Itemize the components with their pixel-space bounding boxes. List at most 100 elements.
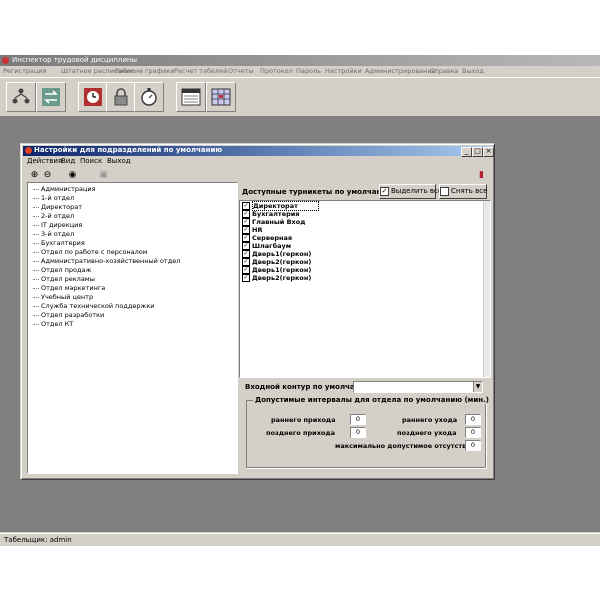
checkbox-checked-icon[interactable]: ✓ — [242, 266, 250, 274]
input-contour-select[interactable]: ▼ — [353, 381, 483, 393]
schedule-grid-button[interactable] — [206, 82, 236, 112]
turnstile-item[interactable]: ✓ Главный Вход — [242, 218, 305, 226]
app-menu-bar: Регистрация Штатное расписание Рабочие г… — [0, 66, 600, 77]
tree-item[interactable]: Бухгалтерия — [33, 239, 85, 247]
minimize-button[interactable]: _ — [461, 147, 472, 157]
tree-item[interactable]: 1-й отдел — [33, 194, 74, 202]
turnstile-item[interactable]: ✓ Шлагбаум — [242, 242, 291, 250]
tree-item[interactable]: 3-й отдел — [33, 230, 74, 238]
checkbox-checked-icon[interactable]: ✓ — [242, 202, 250, 210]
tree-item[interactable]: Административно-хозяйственный отдел — [33, 257, 180, 265]
dialog-menu-bar: Действия Вид Поиск Выход — [23, 157, 492, 167]
checkbox-checked-icon[interactable]: ✓ — [242, 234, 250, 242]
checkbox-icon — [440, 186, 449, 196]
late-arrival-field[interactable]: 0 — [350, 427, 366, 438]
close-button[interactable]: × — [483, 147, 494, 157]
late-departure-label: позднего ухода — [397, 429, 457, 437]
early-arrival-field[interactable]: 0 — [350, 414, 366, 425]
lock-icon — [114, 88, 128, 106]
tree-item[interactable]: Отдел КТ — [33, 320, 73, 328]
deselect-all-button[interactable]: Снять все — [439, 184, 487, 199]
schedule-grid-icon — [211, 88, 231, 106]
tree-item[interactable]: Отдел по работе с персоналом — [33, 248, 148, 256]
checkbox-checked-icon[interactable]: ✓ — [242, 250, 250, 258]
status-bar: Табельщик: admin — [0, 533, 600, 546]
tree-item[interactable]: IT дирекция — [33, 221, 82, 229]
tree-item[interactable]: Отдел разработки — [33, 311, 104, 319]
checkbox-checked-icon[interactable]: ✓ — [242, 274, 250, 282]
checkbox-checked-icon[interactable]: ✓ — [242, 258, 250, 266]
checkbox-checked-icon[interactable]: ✓ — [242, 210, 250, 218]
max-absence-label: максимально допустимое отсутствие — [335, 442, 476, 450]
max-absence-field[interactable]: 0 — [465, 440, 481, 451]
users-tree-icon — [12, 88, 30, 104]
turnstile-item[interactable]: ✓ Дверь2(геркон) — [242, 274, 311, 282]
maximize-button[interactable]: □ — [472, 147, 483, 157]
dialog-title-bar: Настройки для подразделений по умолчанию… — [23, 146, 494, 157]
calendar-clock-button[interactable] — [78, 82, 108, 112]
menu-protocol[interactable]: Протокол — [260, 67, 293, 75]
menu-password[interactable]: Пароль — [296, 67, 321, 75]
turnstile-list[interactable]: ✓ Директорат ✓ Бухгалтерия ✓ Главный Вход ✓… — [239, 200, 491, 378]
turnstile-item[interactable]: ✓ Директорат — [242, 201, 319, 211]
tree-item[interactable]: Отдел продаж — [33, 266, 91, 274]
intervals-group: Допустимые интервалы для отдела по умолч… — [246, 396, 491, 468]
turnstile-item[interactable]: ✓ Бухгалтерия — [242, 210, 299, 218]
turnstile-item[interactable]: ✓ Дверь1(геркон) — [242, 250, 311, 258]
chevron-down-icon[interactable]: ▼ — [473, 382, 482, 392]
menu-registration[interactable]: Регистрация — [3, 67, 47, 75]
lock-button[interactable] — [106, 82, 136, 112]
checkbox-checked-icon[interactable]: ✓ — [242, 226, 250, 234]
save-icon[interactable]: ▣ — [98, 170, 109, 181]
menu-work-schedules[interactable]: Рабочие графики — [115, 67, 174, 75]
tree-item[interactable]: Администрация — [33, 185, 96, 193]
late-departure-field[interactable]: 0 — [465, 427, 481, 438]
exit-door-icon[interactable]: ▮ — [476, 170, 487, 181]
timesheet-icon — [181, 88, 201, 106]
turnstile-item[interactable]: ✓ HR — [242, 226, 262, 234]
checkbox-checked-icon[interactable]: ✓ — [242, 218, 250, 226]
turnstiles-label: Доступные турникеты по умолчанию — [242, 188, 394, 196]
transfer-button[interactable] — [36, 82, 66, 112]
status-text: Табельщик: admin — [4, 536, 72, 544]
turnstile-item[interactable]: ✓ Серверная — [242, 234, 292, 242]
binoculars-icon[interactable]: ◉ — [67, 170, 78, 181]
turnstile-item[interactable]: ✓ Дверь1(геркон) — [242, 266, 311, 274]
turnstile-list-scrollbar[interactable] — [483, 201, 490, 377]
checkbox-checked-icon[interactable]: ✓ — [242, 242, 250, 250]
stopwatch-button[interactable] — [134, 82, 164, 112]
tree-item[interactable]: Отдел маркетинга — [33, 284, 105, 292]
zoom-in-icon[interactable]: ⊕ — [29, 170, 40, 181]
dialog-toolbar: ⊕ ⊖ ◉ ▣ ▮ — [23, 168, 492, 182]
tree-item[interactable]: Директорат — [33, 203, 82, 211]
intervals-title: Допустимые интервалы для отдела по умолч… — [253, 396, 491, 404]
tree-item[interactable]: Отдел рекламы — [33, 275, 95, 283]
tree-item[interactable]: Учебный центр — [33, 293, 93, 301]
menu-timesheet-calc[interactable]: Расчет табелей — [174, 67, 227, 75]
late-arrival-label: позднего прихода — [266, 429, 335, 437]
users-tree-button[interactable] — [6, 82, 36, 112]
turnstile-item[interactable]: ✓ Дверь2(геркон) — [242, 258, 311, 266]
menu-exit[interactable]: Выход — [462, 67, 484, 75]
dialog-title: Настройки для подразделений по умолчанию — [34, 146, 223, 154]
timesheet-button[interactable] — [176, 82, 206, 112]
menu-exit[interactable]: Выход — [107, 157, 131, 165]
menu-view[interactable]: Вид — [61, 157, 75, 165]
transfer-icon — [42, 88, 60, 106]
early-departure-field[interactable]: 0 — [465, 414, 481, 425]
menu-settings[interactable]: Настройки — [325, 67, 362, 75]
app-toolbar — [0, 77, 600, 117]
stopwatch-icon — [141, 88, 157, 106]
menu-search[interactable]: Поиск — [80, 157, 102, 165]
menu-administration[interactable]: Администрирование — [365, 67, 436, 75]
select-all-button[interactable]: ✓ Выделить все — [379, 184, 442, 199]
menu-actions[interactable]: Действия — [27, 157, 62, 165]
zoom-out-icon[interactable]: ⊖ — [42, 170, 53, 181]
tree-item[interactable]: Служба технической поддержки — [33, 302, 155, 310]
early-departure-label: раннего ухода — [402, 416, 458, 424]
app-icon — [2, 57, 9, 64]
menu-reports[interactable]: Отчеты — [228, 67, 254, 75]
department-tree[interactable]: Администрация 1-й отдел Директорат 2-й о… — [27, 182, 238, 474]
tree-item[interactable]: 2-й отдел — [33, 212, 74, 220]
menu-help[interactable]: Справка — [430, 67, 459, 75]
